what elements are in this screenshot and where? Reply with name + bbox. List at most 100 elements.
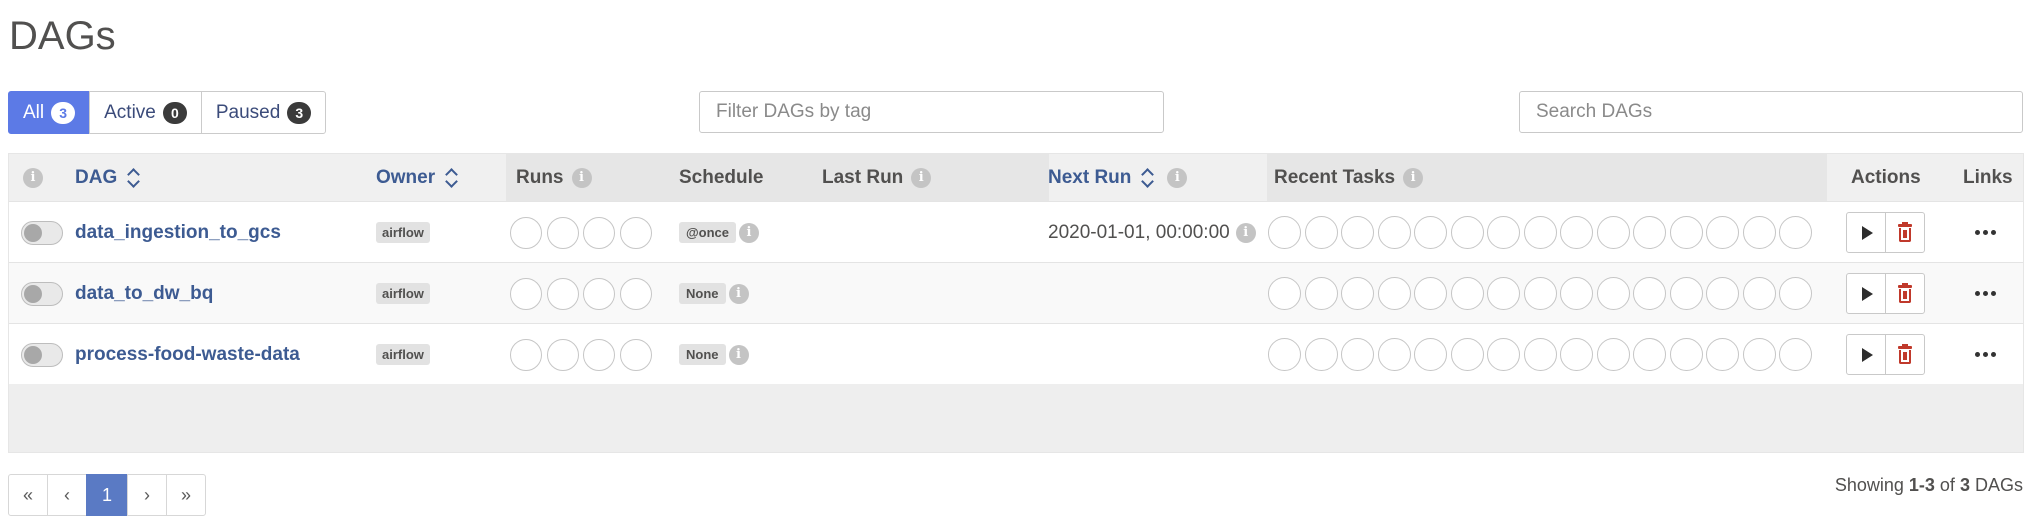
filter-active-button[interactable]: Active 0	[89, 91, 202, 134]
task-state-circle[interactable]	[1706, 216, 1739, 249]
task-state-circle[interactable]	[1304, 338, 1338, 371]
task-state-circle[interactable]	[1450, 216, 1484, 249]
filter-all-count: 3	[51, 101, 76, 124]
owner-badge[interactable]: airflow	[376, 344, 430, 365]
task-state-circle[interactable]	[1377, 338, 1411, 371]
delete-dag-button[interactable]	[1885, 212, 1925, 253]
task-state-circle[interactable]	[1487, 338, 1520, 371]
header-owner-label: Owner	[376, 166, 436, 188]
more-links-icon[interactable]	[1975, 352, 1996, 357]
task-state-circle[interactable]	[1304, 216, 1338, 249]
task-state-circle[interactable]	[1377, 216, 1411, 249]
run-state-circle[interactable]	[619, 216, 652, 249]
header-next-run[interactable]: Next Run i	[1048, 154, 1188, 201]
run-state-circle[interactable]	[546, 277, 579, 310]
info-icon[interactable]: i	[571, 167, 592, 188]
run-state-circle[interactable]	[546, 216, 579, 249]
first-page-button[interactable]: «	[8, 474, 48, 516]
pause-toggle[interactable]	[21, 220, 63, 245]
task-state-circle[interactable]	[1268, 277, 1301, 310]
info-icon[interactable]: i	[911, 167, 932, 188]
more-links-icon[interactable]	[1975, 230, 1996, 235]
task-state-circle[interactable]	[1779, 277, 1812, 310]
task-state-circle[interactable]	[1341, 338, 1374, 371]
task-state-circle[interactable]	[1268, 216, 1301, 249]
task-state-circle[interactable]	[1560, 216, 1593, 249]
task-state-circle[interactable]	[1414, 338, 1447, 371]
task-state-circle[interactable]	[1742, 216, 1776, 249]
filter-paused-button[interactable]: Paused 3	[200, 91, 327, 134]
search-dags-input[interactable]	[1519, 91, 2023, 133]
pause-toggle[interactable]	[21, 342, 63, 367]
task-state-circle[interactable]	[1706, 338, 1739, 371]
task-state-circle[interactable]	[1633, 277, 1666, 310]
info-icon[interactable]: i	[1167, 167, 1188, 188]
dag-link[interactable]: data_to_dw_bq	[75, 283, 213, 305]
owner-badge[interactable]: airflow	[376, 283, 430, 304]
run-state-circle[interactable]	[583, 277, 615, 310]
tag-filter-input[interactable]	[699, 91, 1164, 133]
task-state-circle[interactable]	[1414, 216, 1447, 249]
run-state-circle[interactable]	[619, 277, 652, 310]
task-state-circle[interactable]	[1742, 338, 1776, 371]
task-state-circle[interactable]	[1414, 277, 1447, 310]
task-state-circle[interactable]	[1633, 338, 1666, 371]
task-state-circle[interactable]	[1341, 277, 1374, 310]
task-state-circle[interactable]	[1487, 216, 1520, 249]
task-state-circle[interactable]	[1523, 277, 1557, 310]
task-state-circle[interactable]	[1560, 338, 1593, 371]
dag-link[interactable]: process-food-waste-data	[75, 344, 300, 366]
task-state-circle[interactable]	[1669, 277, 1703, 310]
info-icon[interactable]: i	[739, 222, 760, 243]
task-state-circle[interactable]	[1450, 277, 1484, 310]
task-state-circle[interactable]	[1742, 277, 1776, 310]
task-state-circle[interactable]	[1304, 277, 1338, 310]
task-state-circle[interactable]	[1487, 277, 1520, 310]
run-state-circle[interactable]	[510, 338, 542, 371]
header-dag[interactable]: DAG	[75, 154, 139, 201]
task-state-circle[interactable]	[1596, 277, 1630, 310]
task-state-circle[interactable]	[1268, 338, 1301, 371]
recent-tasks-circles	[1268, 338, 1816, 371]
last-page-button[interactable]: »	[166, 474, 206, 516]
task-state-circle[interactable]	[1560, 277, 1593, 310]
delete-dag-button[interactable]	[1885, 334, 1925, 375]
next-page-button[interactable]: ›	[127, 474, 167, 516]
task-state-circle[interactable]	[1596, 216, 1630, 249]
task-state-circle[interactable]	[1523, 338, 1557, 371]
task-state-circle[interactable]	[1377, 277, 1411, 310]
task-state-circle[interactable]	[1633, 216, 1666, 249]
run-state-circle[interactable]	[546, 338, 579, 371]
run-state-circle[interactable]	[510, 216, 542, 249]
trigger-dag-button[interactable]	[1846, 212, 1886, 253]
filter-all-button[interactable]: All 3	[8, 91, 91, 134]
showing-suffix: DAGs	[1974, 475, 2023, 495]
run-state-circle[interactable]	[583, 338, 615, 371]
task-state-circle[interactable]	[1596, 338, 1630, 371]
delete-dag-button[interactable]	[1885, 273, 1925, 314]
info-icon[interactable]: i	[728, 344, 749, 365]
run-state-circle[interactable]	[619, 338, 652, 371]
task-state-circle[interactable]	[1779, 216, 1812, 249]
info-icon[interactable]: i	[1235, 222, 1256, 243]
task-state-circle[interactable]	[1779, 338, 1812, 371]
run-state-circle[interactable]	[583, 216, 615, 249]
task-state-circle[interactable]	[1450, 338, 1484, 371]
run-state-circle[interactable]	[510, 277, 542, 310]
trigger-dag-button[interactable]	[1846, 273, 1886, 314]
task-state-circle[interactable]	[1523, 216, 1557, 249]
task-state-circle[interactable]	[1669, 216, 1703, 249]
info-icon[interactable]: i	[728, 283, 749, 304]
info-icon[interactable]: i	[1403, 167, 1424, 188]
dag-link[interactable]: data_ingestion_to_gcs	[75, 222, 281, 244]
prev-page-button[interactable]: ‹	[47, 474, 87, 516]
trigger-dag-button[interactable]	[1846, 334, 1886, 375]
current-page-button[interactable]: 1	[86, 474, 128, 516]
owner-badge[interactable]: airflow	[376, 222, 430, 243]
task-state-circle[interactable]	[1706, 277, 1739, 310]
task-state-circle[interactable]	[1669, 338, 1703, 371]
task-state-circle[interactable]	[1341, 216, 1374, 249]
header-owner[interactable]: Owner	[376, 154, 457, 201]
pause-toggle[interactable]	[21, 281, 63, 306]
more-links-icon[interactable]	[1975, 291, 1996, 296]
